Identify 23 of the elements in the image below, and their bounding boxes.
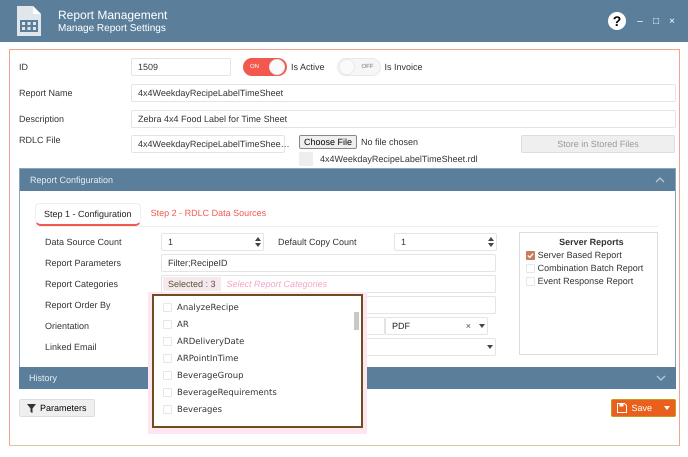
- toggle-label: Is Invoice: [384, 62, 423, 72]
- field-label: ID: [19, 62, 29, 72]
- field-label: Linked Email: [45, 342, 98, 352]
- field-label: Description: [19, 114, 66, 124]
- selected-count-badge: Selected : 3: [163, 276, 221, 290]
- app-title: Report Management: [58, 8, 168, 22]
- field-label: Orientation: [45, 320, 90, 330]
- field-label: Report Order By: [45, 300, 112, 310]
- checkbox-label: Combination Batch Report: [538, 263, 644, 273]
- field-label: Report Categories: [45, 278, 120, 288]
- no-file-text: No file chosen: [361, 137, 418, 147]
- box-title: Server Reports: [558, 237, 625, 247]
- field-label: Data Source Count: [45, 236, 123, 246]
- checkbox-label: Server Based Report: [538, 250, 622, 260]
- checkbox-label: Event Response Report: [538, 276, 634, 286]
- categories-placeholder: Select Report Categories: [226, 278, 328, 288]
- app-subtitle: Manage Report Settings: [58, 23, 167, 34]
- field-label: Default Copy Count: [277, 236, 358, 246]
- toggle-label: Is Active: [291, 62, 325, 72]
- field-label: RDLC File: [19, 135, 62, 145]
- field-label: Report Parameters: [45, 258, 122, 268]
- stored-file-name: 4x4WeekdayRecipeLabelTimeSheet.rdl: [320, 154, 478, 164]
- field-label: Report Name: [19, 88, 74, 98]
